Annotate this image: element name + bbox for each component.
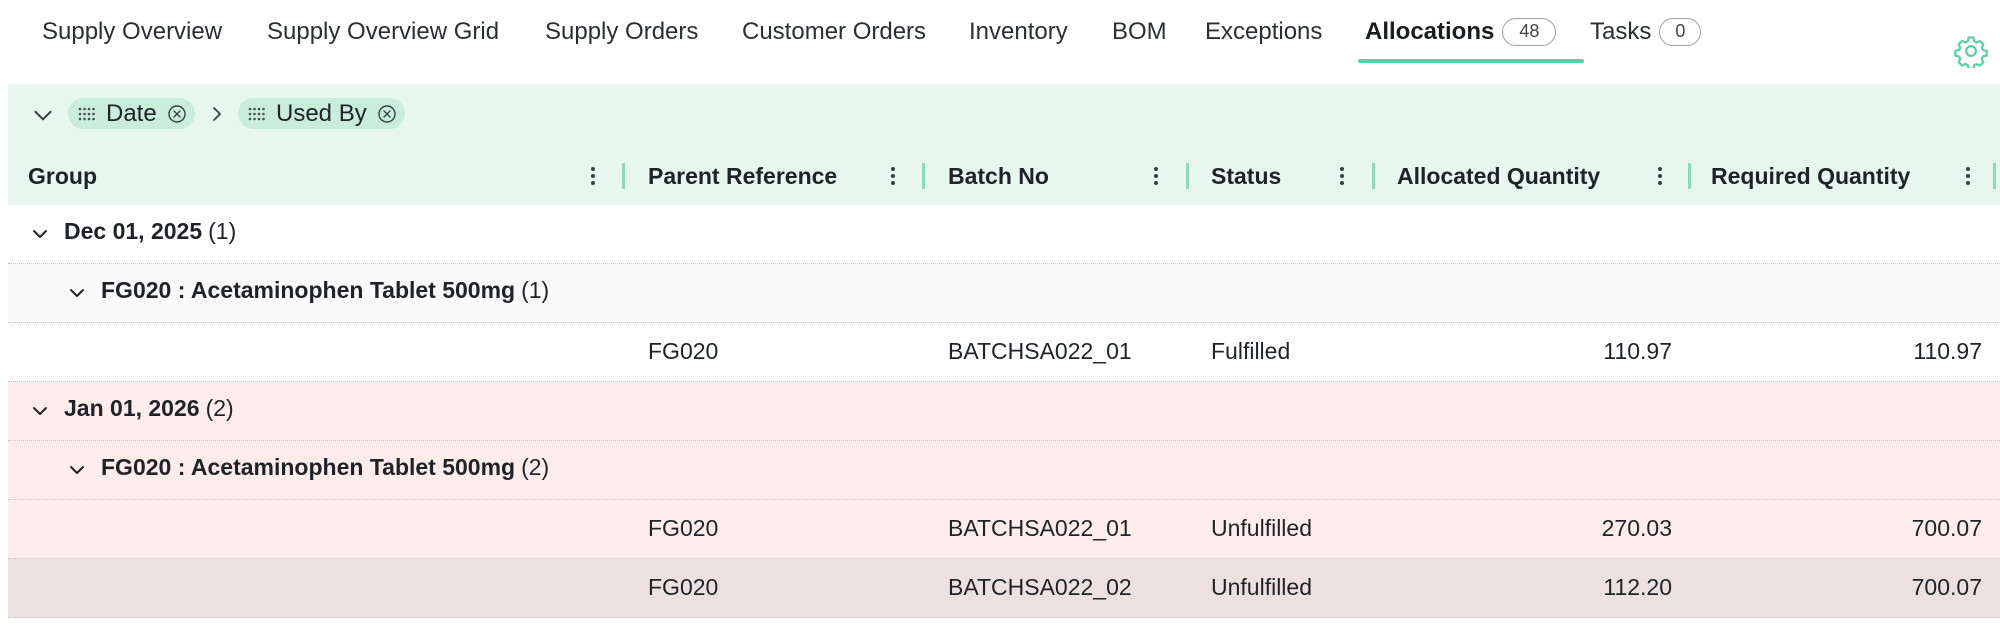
tab-customer-orders[interactable]: Customer Orders (742, 14, 926, 50)
column-header-label: Batch No (948, 162, 1049, 189)
tab-label: BOM (1112, 18, 1167, 45)
tab-supply-orders[interactable]: Supply Orders (545, 14, 698, 50)
group-row-used-by[interactable]: FG020 : Acetaminophen Tablet 500mg (1) (8, 264, 2000, 323)
chevron-right-icon (213, 107, 221, 121)
group-count: (2) (205, 395, 234, 421)
group-row-used-by[interactable]: FG020 : Acetaminophen Tablet 500mg (2) (8, 441, 2000, 500)
column-resize-handle[interactable] (1372, 163, 1375, 189)
column-header-allocated-quantity[interactable]: Allocated Quantity (1397, 156, 1600, 196)
column-header-label: Parent Reference (648, 162, 838, 189)
column-menu-icon[interactable] (588, 164, 598, 188)
column-header-label: Required Quantity (1711, 162, 1911, 189)
cell-status: Unfulfilled (1211, 574, 1312, 600)
drag-handle-icon[interactable] (78, 107, 96, 121)
chevron-down-icon[interactable] (29, 400, 51, 422)
cell-required-quantity: 700.07 (1911, 515, 1982, 541)
chevron-down-icon[interactable] (66, 459, 88, 481)
group-label: Jan 01, 2026 (2) (64, 395, 234, 422)
cell-allocated-quantity: 270.03 (1601, 515, 1672, 541)
tab-label: Inventory (969, 18, 1068, 45)
remove-circle-icon[interactable] (377, 104, 397, 124)
column-menu-icon[interactable] (888, 164, 898, 188)
group-label: FG020 : Acetaminophen Tablet 500mg (2) (101, 454, 549, 481)
cell-required-quantity: 700.07 (1911, 574, 1982, 600)
group-name: FG020 : Acetaminophen Tablet 500mg (101, 454, 516, 480)
cell-allocated-quantity: 110.97 (1603, 338, 1672, 364)
column-header-required-quantity[interactable]: Required Quantity (1711, 156, 1910, 196)
cell-parent-reference: FG020 (648, 574, 719, 600)
tab-label: Exceptions (1205, 18, 1323, 45)
column-header-group[interactable]: Group (28, 156, 97, 196)
grid-header: Date Used By Group Parent Reference Batc… (8, 84, 2000, 205)
cell-parent-reference: FG020 (648, 338, 719, 364)
table-row[interactable]: FG020 BATCHSA022_01 Unfulfilled 270.03 7… (8, 500, 2000, 559)
group-count: (1) (521, 277, 550, 303)
gear-icon[interactable] (1954, 34, 1988, 68)
column-menu-icon[interactable] (1151, 164, 1161, 188)
column-resize-handle[interactable] (1993, 163, 1996, 189)
column-header-label: Status (1211, 162, 1282, 189)
table-row[interactable]: FG020 BATCHSA022_02 Unfulfilled 112.20 7… (8, 559, 2000, 618)
cell-allocated-quantity: 112.20 (1603, 574, 1672, 600)
cell-batch-no: BATCHSA022_01 (948, 515, 1132, 541)
group-name: FG020 : Acetaminophen Tablet 500mg (101, 277, 516, 303)
cell-status: Fulfilled (1211, 338, 1291, 364)
column-resize-handle[interactable] (1688, 163, 1691, 189)
column-header-label: Allocated Quantity (1397, 162, 1601, 189)
column-header-label: Group (28, 162, 97, 189)
group-label: Dec 01, 2025 (1) (64, 218, 236, 245)
tab-exceptions[interactable]: Exceptions (1205, 14, 1322, 50)
tab-label: Supply Overview Grid (267, 18, 500, 45)
column-resize-handle[interactable] (622, 163, 625, 189)
chip-label: Date (106, 99, 157, 127)
table-row[interactable]: FG020 BATCHSA022_01 Fulfilled 110.97 110… (8, 323, 2000, 382)
column-header-batch-no[interactable]: Batch No (948, 156, 1049, 196)
group-name: Dec 01, 2025 (64, 218, 203, 244)
cell-batch-no: BATCHSA022_01 (948, 338, 1132, 364)
group-row-date[interactable]: Dec 01, 2025 (1) (8, 205, 2000, 264)
tab-bom[interactable]: BOM (1112, 14, 1167, 50)
tab-allocations[interactable]: Allocations 48 (1365, 14, 1557, 50)
tab-count-badge: 0 (1659, 18, 1702, 46)
group-name: Jan 01, 2026 (64, 395, 200, 421)
chip-label: Used By (276, 99, 367, 127)
column-menu-icon[interactable] (1655, 164, 1665, 188)
drag-handle-icon[interactable] (248, 107, 266, 121)
group-row-date[interactable]: Jan 01, 2026 (2) (8, 382, 2000, 441)
group-count: (1) (208, 218, 237, 244)
remove-circle-icon[interactable] (167, 104, 187, 124)
tab-label: Supply Overview (42, 18, 223, 45)
tab-label: Customer Orders (742, 18, 927, 45)
tab-label: Allocations (1365, 18, 1495, 45)
column-header-status[interactable]: Status (1211, 156, 1281, 196)
chevron-down-icon[interactable] (29, 223, 51, 245)
column-resize-handle[interactable] (1186, 163, 1189, 189)
column-resize-handle[interactable] (922, 163, 925, 189)
tab-supply-overview-grid[interactable]: Supply Overview Grid (267, 14, 499, 50)
group-count: (2) (521, 454, 550, 480)
tab-supply-overview[interactable]: Supply Overview (42, 14, 222, 50)
group-chip-date[interactable]: Date (68, 98, 195, 129)
cell-parent-reference: FG020 (648, 515, 719, 541)
tab-count-badge: 48 (1502, 18, 1557, 46)
tab-label: Tasks (1590, 18, 1652, 45)
tab-tasks[interactable]: Tasks 0 (1590, 14, 1702, 50)
tab-inventory[interactable]: Inventory (969, 14, 1068, 50)
module-tab-bar: Supply Overview Supply Overview Grid Sup… (0, 0, 2000, 68)
cell-batch-no: BATCHSA022_02 (948, 574, 1132, 600)
active-tab-indicator (1358, 59, 1584, 63)
tab-label: Supply Orders (545, 18, 699, 45)
chevron-down-icon[interactable] (66, 282, 88, 304)
cell-status: Unfulfilled (1211, 515, 1312, 541)
column-menu-icon[interactable] (1337, 164, 1347, 188)
group-chip-used-by[interactable]: Used By (238, 98, 405, 129)
column-header-parent-reference[interactable]: Parent Reference (648, 156, 837, 196)
chevron-down-icon[interactable] (30, 102, 56, 128)
cell-required-quantity: 110.97 (1913, 338, 1982, 364)
group-label: FG020 : Acetaminophen Tablet 500mg (1) (101, 277, 549, 304)
column-menu-icon[interactable] (1963, 164, 1973, 188)
